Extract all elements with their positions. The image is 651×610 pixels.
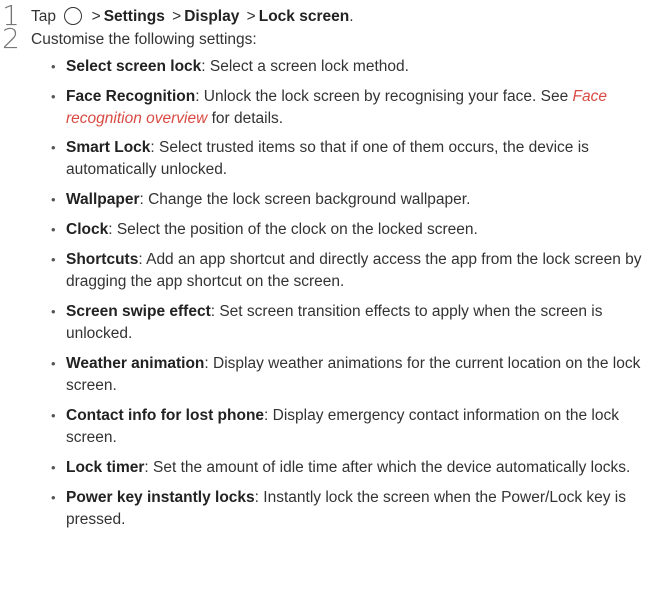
setting-description: : Change the lock screen background wall… — [139, 191, 471, 208]
home-circle-icon — [64, 7, 83, 25]
list-item: Power key instantly locks: Instantly loc… — [50, 487, 650, 531]
list-item: Smart Lock: Select trusted items so that… — [50, 137, 650, 181]
setting-term: Weather animation — [66, 355, 205, 372]
setting-term: Shortcuts — [66, 251, 139, 268]
menu-path-lock-screen: Lock screen — [258, 8, 350, 25]
setting-description-after: for details. — [207, 110, 284, 127]
list-item: Clock: Select the position of the clock … — [50, 219, 650, 241]
setting-term: Clock — [66, 221, 109, 238]
setting-term: Lock timer — [66, 459, 145, 476]
list-item: Contact info for lost phone: Display eme… — [50, 405, 650, 449]
separator: > — [172, 8, 182, 25]
menu-path-settings: Settings — [103, 8, 165, 25]
setting-description: : Select the position of the clock on th… — [108, 221, 478, 238]
setting-term: Wallpaper — [66, 191, 140, 208]
setting-term: Contact info for lost phone — [66, 407, 265, 424]
setting-term: Smart Lock — [66, 139, 151, 156]
separator: > — [91, 8, 101, 25]
settings-list: Select screen lock: Select a screen lock… — [50, 56, 650, 531]
list-item: Lock timer: Set the amount of idle time … — [50, 457, 650, 479]
setting-term: Screen swipe effect — [66, 303, 211, 320]
list-item: Face Recognition: Unlock the lock screen… — [50, 86, 650, 130]
period: . — [349, 8, 354, 25]
step-text: Tap > Settings > Display > Lock screen. — [31, 6, 354, 28]
setting-term: Select screen lock — [66, 58, 202, 75]
menu-path-display: Display — [184, 8, 240, 25]
list-item: Shortcuts: Add an app shortcut and direc… — [50, 249, 650, 293]
list-item: Screen swipe effect: Set screen transiti… — [50, 301, 650, 345]
setting-description: : Select a screen lock method. — [201, 58, 409, 75]
step-number: 2 — [2, 22, 20, 55]
setting-description: : Add an app shortcut and directly acces… — [66, 251, 642, 290]
step-text: Customise the following settings: — [31, 31, 257, 48]
setting-description: : Set the amount of idle time after whic… — [144, 459, 631, 476]
list-item: Select screen lock: Select a screen lock… — [50, 56, 650, 78]
document-page: 1 Tap > Settings > Display > Lock screen. 2… — [0, 0, 651, 610]
separator: > — [246, 8, 256, 25]
setting-term: Face Recognition — [66, 88, 196, 105]
setting-term: Power key instantly locks — [66, 489, 255, 506]
list-item: Weather animation: Display weather anima… — [50, 353, 650, 397]
tap-text: Tap — [31, 8, 56, 25]
list-item: Wallpaper: Change the lock screen backgr… — [50, 189, 650, 211]
setting-description: : Unlock the lock screen by recognising … — [195, 88, 573, 105]
